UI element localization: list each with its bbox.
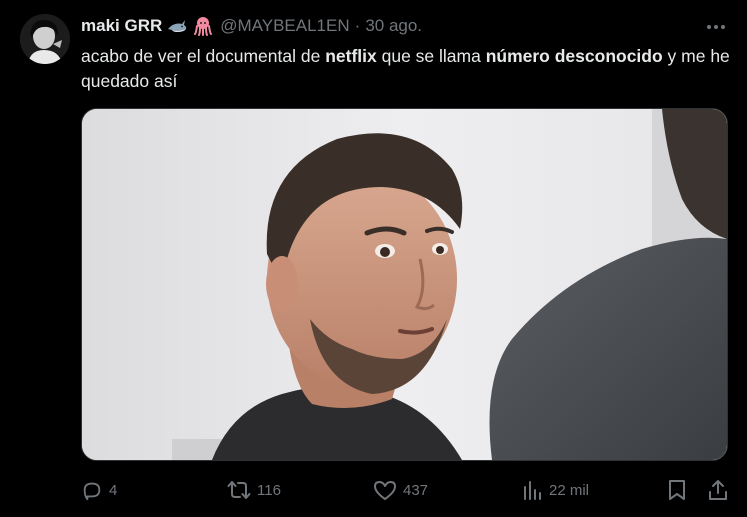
tweet-text-bold: netflix xyxy=(325,46,377,66)
views-chart-icon xyxy=(521,479,543,501)
display-name[interactable]: maki GRR xyxy=(81,16,162,36)
separator-dot: · xyxy=(354,16,361,35)
retweet-count: 116 xyxy=(257,481,281,499)
tweet-text-bold: número desconocido xyxy=(485,46,663,66)
more-options-icon[interactable] xyxy=(705,16,727,38)
heart-icon xyxy=(373,479,397,501)
share-button[interactable] xyxy=(707,477,729,503)
tweet-actions: 4 116 437 22 mil xyxy=(81,477,731,503)
retweet-button[interactable]: 116 xyxy=(227,477,281,503)
tweet-media[interactable] xyxy=(81,108,728,461)
bookmark-button[interactable] xyxy=(667,477,687,503)
views-count: 22 mil xyxy=(549,481,590,499)
reply-count: 4 xyxy=(109,481,118,499)
reply-button[interactable]: 4 xyxy=(81,477,117,503)
bookmark-icon xyxy=(667,479,687,501)
tweet-header: maki GRR @MAYBEAL1EN · 30 ago. xyxy=(81,14,422,38)
shark-emoji-icon xyxy=(166,15,188,37)
tweet-text-run: que se llama xyxy=(376,46,486,66)
octopus-emoji-icon xyxy=(192,15,214,37)
retweet-icon xyxy=(227,479,251,501)
tweet-text: acabo de ver el documental de netflix qu… xyxy=(81,44,731,94)
views-button[interactable]: 22 mil xyxy=(521,477,589,503)
like-count: 437 xyxy=(403,481,429,499)
avatar[interactable] xyxy=(20,14,70,64)
share-icon xyxy=(707,479,729,501)
reply-icon xyxy=(81,479,103,501)
like-button[interactable]: 437 xyxy=(373,477,428,503)
tweet-text-run: acabo de ver el documental de xyxy=(81,46,326,66)
tweet-date[interactable]: 30 ago. xyxy=(365,16,422,36)
tweet[interactable]: maki GRR @MAYBEAL1EN · 30 ago. acabo de … xyxy=(0,0,747,517)
user-handle[interactable]: @MAYBEAL1EN xyxy=(220,16,349,36)
meme-image xyxy=(82,109,727,460)
